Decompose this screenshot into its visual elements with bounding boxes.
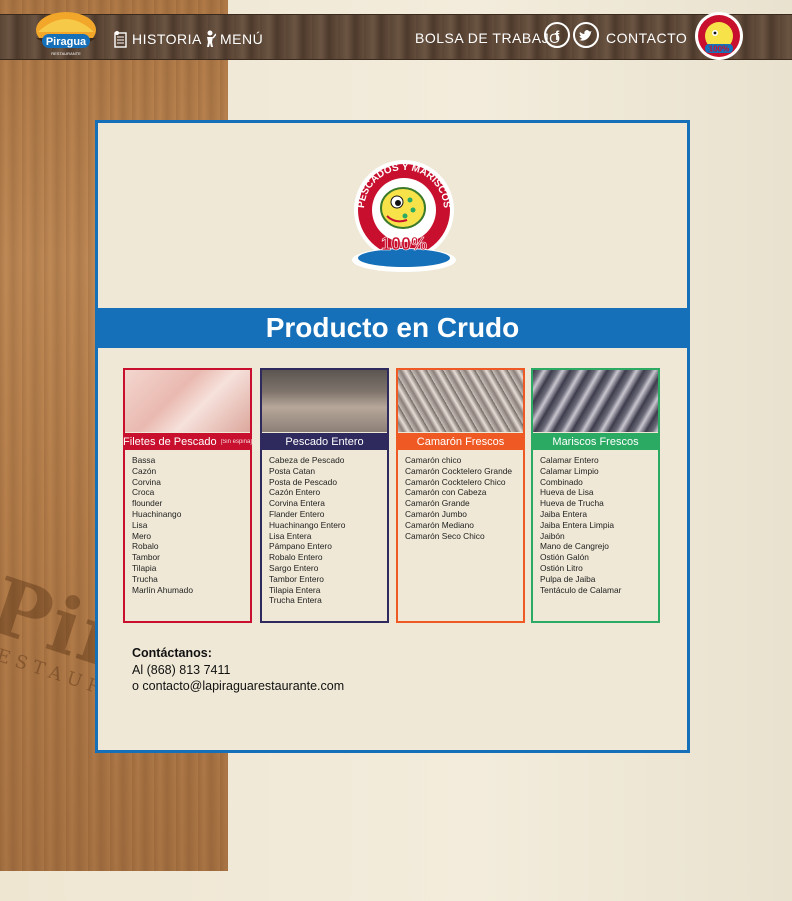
column-title: Pescado Entero	[285, 435, 364, 448]
list-item: Jaibón	[540, 530, 565, 541]
product-list: Camarón chico Camarón Cocktelero Grande Ca…	[405, 455, 519, 541]
list-item: Posta de Pescado	[269, 476, 337, 487]
list-item: Camarón Mediano	[405, 519, 474, 530]
list-item: Pámpano Entero	[269, 541, 332, 552]
twitter-icon[interactable]	[573, 22, 599, 48]
list-item: Calamar Entero	[540, 455, 599, 465]
list-item: Combinado	[540, 476, 583, 487]
waiter-icon	[207, 30, 216, 47]
nav-menu[interactable]: MENÚ	[204, 30, 263, 48]
contact-email[interactable]: o contacto@lapiraguarestaurante.com	[132, 678, 344, 695]
nav-bolsa-label: BOLSA DE TRABAJO	[415, 30, 561, 46]
product-list: Cabeza de Pescado Posta Catan Posta de Pes…	[269, 455, 383, 606]
list-item: Mero	[132, 530, 152, 541]
list-item: Tambor Entero	[269, 573, 324, 584]
list-item: Lisa Entera	[269, 530, 312, 541]
list-item: Flander Entero	[269, 508, 325, 519]
column-title: Camarón Frescos	[416, 435, 505, 448]
list-item: Ostión Litro	[540, 562, 583, 573]
nav-contacto-label: CONTACTO	[606, 30, 688, 46]
product-photo	[262, 370, 387, 432]
product-column: Mariscos Frescos Calamar Entero Calamar Li…	[531, 368, 660, 623]
column-title: Mariscos Frescos	[552, 435, 639, 448]
list-item: Tilapia	[132, 562, 157, 573]
product-column: Camarón Frescos Camarón chico Camarón Cock…	[396, 368, 525, 623]
list-item: Croca	[132, 487, 155, 498]
list-item: Camarón Cocktelero Grande	[405, 465, 513, 476]
product-photo	[533, 370, 658, 432]
column-heading: Filetes de Pescado [Sin espina]	[123, 433, 252, 450]
product-column: Filetes de Pescado [Sin espina] Bassa Cazón…	[123, 368, 252, 623]
list-item: Corvina Entera	[269, 498, 325, 509]
column-heading: Mariscos Frescos	[533, 433, 658, 450]
nav-historia-label: HISTORIA	[132, 31, 202, 47]
list-item: Huachinango Entero	[269, 519, 346, 530]
pescados-mariscos-badge: PESCADOS Y MARISCOS 100%	[352, 160, 456, 272]
list-item: Jaiba Entera	[540, 508, 588, 519]
product-list: Bassa Cazón Corvina Croca flounder Huachinang…	[132, 455, 246, 595]
facebook-glyph: f	[554, 27, 560, 43]
product-column: Pescado Entero Cabeza de Pescado Posta Cat…	[260, 368, 389, 623]
svg-text:Piragua: Piragua	[46, 36, 87, 48]
list-item: Marlín Ahumado	[132, 584, 193, 595]
list-item: Trucha	[132, 573, 158, 584]
list-item: Camarón Cocktelero Chico	[405, 476, 506, 487]
badge-percent: 100%	[381, 234, 427, 254]
list-item: Cazón Entero	[269, 487, 321, 498]
product-photo	[398, 370, 523, 432]
list-item: Trucha Entera	[269, 595, 322, 606]
list-item: Camarón Seco Chico	[405, 530, 485, 541]
list-item: Robalo Entero	[269, 552, 323, 563]
contact-label: Contáctanos:	[132, 646, 212, 660]
list-item: Tentáculo de Calamar	[540, 584, 622, 595]
list-item: Hueva de Trucha	[540, 498, 604, 509]
nav-historia[interactable]: HISTORIA	[114, 30, 202, 48]
list-item: Cabeza de Pescado	[269, 455, 345, 465]
list-item: Posta Catan	[269, 465, 316, 476]
column-heading: Pescado Entero	[262, 433, 387, 450]
list-item: Mano de Cangrejo	[540, 541, 609, 552]
column-note: [Sin espina]	[220, 438, 252, 445]
piragua-logo[interactable]: Piragua RESTAURANTE	[32, 8, 100, 60]
list-item: flounder	[132, 498, 163, 509]
document-icon	[114, 31, 127, 48]
twitter-bird-icon	[579, 30, 592, 41]
product-photo	[125, 370, 250, 432]
list-item: Camarón chico	[405, 455, 462, 465]
list-item: Tambor	[132, 552, 160, 563]
list-item: Cazón	[132, 465, 157, 476]
nav-menu-label: MENÚ	[220, 31, 264, 47]
list-item: Huachinango	[132, 508, 182, 519]
list-item: Bassa	[132, 455, 156, 465]
list-item: Hueva de Lisa	[540, 487, 594, 498]
list-item: Sargo Entero	[269, 562, 319, 573]
column-heading: Camarón Frescos	[398, 433, 523, 450]
list-item: Ostión Galón	[540, 552, 589, 563]
facebook-icon[interactable]: f	[544, 22, 570, 48]
list-item: Camarón Grande	[405, 498, 470, 509]
list-item: Jaiba Entera Limpia	[540, 519, 615, 530]
pescados-mariscos-badge-small[interactable]: 100%	[693, 10, 745, 62]
nav-bolsa-de-trabajo[interactable]: BOLSA DE TRABAJO	[415, 30, 560, 46]
contact-block: Contáctanos: Al (868) 813 7411 o contact…	[132, 645, 344, 695]
svg-text:100%: 100%	[709, 45, 729, 54]
list-item: Calamar Limpio	[540, 465, 599, 476]
list-item: Corvina	[132, 476, 161, 487]
list-item: Lisa	[132, 519, 148, 530]
svg-text:RESTAURANTE: RESTAURANTE	[51, 51, 81, 56]
list-item: Camarón con Cabeza	[405, 487, 487, 498]
nav-contacto[interactable]: CONTACTO	[606, 30, 687, 46]
list-item: Tilapia Entera	[269, 584, 321, 595]
product-card: PESCADOS Y MARISCOS 100% Producto en Cru…	[95, 120, 690, 753]
list-item: Pulpa de Jaiba	[540, 573, 596, 584]
page-title: Producto en Crudo	[98, 308, 687, 348]
column-title: Filetes de Pescado	[123, 435, 217, 448]
list-item: Robalo	[132, 541, 159, 552]
contact-phone[interactable]: Al (868) 813 7411	[132, 662, 344, 679]
list-item: Camarón Jumbo	[405, 508, 467, 519]
product-list: Calamar Entero Calamar Limpio Combinado Hue…	[540, 455, 654, 595]
